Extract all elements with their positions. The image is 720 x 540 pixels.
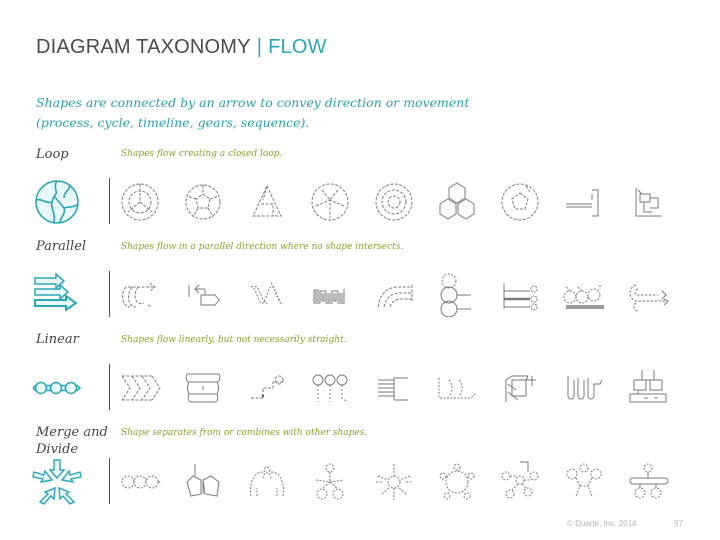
- radial-merge-icon: [308, 460, 352, 504]
- parallel-box-arrow-icon: [181, 273, 225, 317]
- bar-split-icon: [626, 460, 670, 504]
- parallel-swirl-icon: [118, 273, 162, 317]
- title-section: FLOW: [268, 36, 327, 58]
- parallel-drops-icon: [562, 273, 606, 317]
- intro-line-2: (process, cycle, timeline, gears, sequen…: [36, 115, 310, 130]
- chevron-sequence-icon: [118, 366, 162, 410]
- ring-merge-icon: [435, 460, 479, 504]
- puzzle-loop-icon: [626, 180, 670, 224]
- category-label-parallel: Parallel: [36, 239, 87, 254]
- category-row-parallel: [30, 271, 700, 319]
- category-row-linear: [30, 364, 700, 412]
- hub-spokes-icon: [498, 460, 542, 504]
- row-divider: [109, 458, 110, 504]
- triangle-cycle-icon: [245, 180, 289, 224]
- page-number: 97: [674, 519, 683, 528]
- category-label-merge-and-divide: Merge and Divide: [36, 425, 108, 457]
- stacked-banners-icon: [181, 366, 225, 410]
- row-divider: [109, 271, 110, 317]
- linear-arcs-icon: [435, 366, 479, 410]
- loop-circle-icon: [30, 178, 84, 226]
- parallel-wave-icon: [245, 273, 289, 317]
- parallel-loops-icon: [626, 273, 670, 317]
- category-label-linear: Linear: [36, 332, 79, 347]
- category-description-parallel: Shapes flow in a parallel direction wher…: [121, 242, 404, 252]
- parallel-arrows-icon: [30, 271, 84, 319]
- page-title: DIAGRAM TAXONOMY | FLOW: [36, 36, 327, 59]
- parallel-curves-icon: [372, 273, 416, 317]
- split-shapes-icon: [181, 460, 225, 504]
- petal-cycle-icon: [308, 180, 352, 224]
- title-main: DIAGRAM TAXONOMY: [36, 36, 251, 58]
- row-divider: [109, 178, 110, 224]
- hexagon-cycle-icon: [435, 180, 479, 224]
- linear-chain-icon: [30, 364, 84, 412]
- category-label-loop: Loop: [36, 147, 69, 162]
- row-divider: [109, 364, 110, 410]
- chain-links-icon: [118, 460, 162, 504]
- step-path-icon: [245, 366, 289, 410]
- category-description-merge-and-divide: Shape separates from or combines with ot…: [121, 428, 368, 438]
- copyright-text: © Duarte, Inc. 2014: [567, 519, 637, 528]
- tube-steps-icon: [562, 366, 606, 410]
- arc-split-icon: [245, 460, 289, 504]
- intro-text: Shapes are connected by an arrow to conv…: [36, 93, 516, 133]
- title-separator: |: [256, 36, 263, 58]
- cube-steps-icon: [498, 366, 542, 410]
- list-bracket-icon: [372, 366, 416, 410]
- category-row-loop: [30, 178, 700, 226]
- converge-circles-icon: [562, 460, 606, 504]
- category-row-merge-and-divide: [30, 458, 700, 506]
- parallel-bars-icon: [498, 273, 542, 317]
- radial-burst-icon: [372, 460, 416, 504]
- balloon-sequence-icon: [308, 366, 352, 410]
- parallel-zigzag-icon: [308, 273, 352, 317]
- category-description-linear: Shapes flow linearly, but not necessaril…: [121, 335, 347, 345]
- arrow-ring-icon: [498, 180, 542, 224]
- circular-cycle-icon: [118, 180, 162, 224]
- intro-line-1: Shapes are connected by an arrow to conv…: [36, 95, 470, 110]
- org-blocks-icon: [626, 366, 670, 410]
- bracket-loop-icon: [562, 180, 606, 224]
- merge-arrows-icon: [30, 458, 84, 506]
- segmented-circle-icon: [181, 180, 225, 224]
- stacked-circles-icon: [435, 273, 479, 317]
- concentric-cycle-icon: [372, 180, 416, 224]
- category-description-loop: Shapes flow creating a closed loop.: [121, 149, 283, 159]
